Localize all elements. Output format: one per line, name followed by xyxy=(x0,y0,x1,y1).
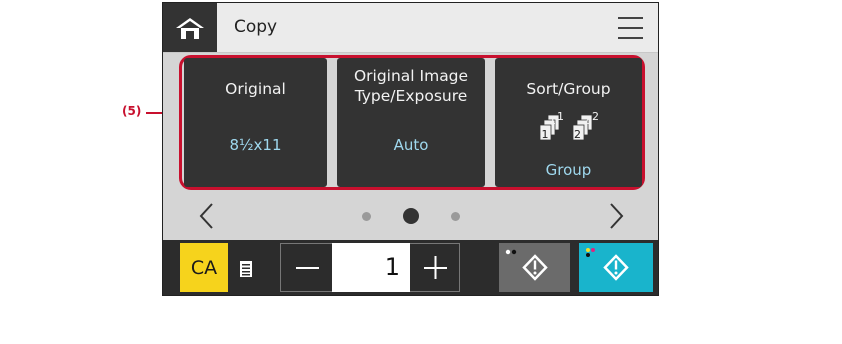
tile-image-type-value: Auto xyxy=(393,136,429,154)
device-screen: Copy Original 8½x11 Original Image Type/… xyxy=(162,2,659,296)
chevron-left-icon[interactable] xyxy=(197,201,217,231)
tile-sort-group[interactable]: Sort/Group 1 1 1 2 2 2 Group xyxy=(495,58,642,187)
page-title: Copy xyxy=(234,17,278,37)
tile-image-type-title-2: Type/Exposure xyxy=(354,87,468,105)
callout-label: (5) xyxy=(122,104,142,118)
tile-image-type-title-1: Original Image xyxy=(353,67,469,85)
tile-original[interactable]: Original 8½x11 xyxy=(184,58,327,187)
minus-icon[interactable] xyxy=(283,243,331,292)
tile-original-title: Original xyxy=(225,80,286,98)
svg-text:1: 1 xyxy=(542,128,549,141)
page-dot-3[interactable] xyxy=(451,212,460,221)
top-bar: Copy xyxy=(163,3,658,53)
tile-original-value: 8½x11 xyxy=(229,136,282,154)
svg-text:1: 1 xyxy=(557,111,564,123)
page-navigation xyxy=(163,193,658,240)
svg-text:2: 2 xyxy=(592,111,599,123)
clear-all-button[interactable]: CA xyxy=(180,243,228,292)
plus-icon[interactable] xyxy=(411,243,459,292)
job-status-icon[interactable] xyxy=(238,260,254,278)
home-icon xyxy=(176,17,204,39)
tile-image-type[interactable]: Original Image Type/Exposure Auto xyxy=(337,58,485,187)
start-bw-button[interactable] xyxy=(499,243,570,292)
home-button[interactable] xyxy=(163,3,217,52)
menu-icon[interactable] xyxy=(618,17,643,39)
page-dot-1[interactable] xyxy=(362,212,371,221)
chevron-right-icon[interactable] xyxy=(606,201,626,231)
svg-text:1: 1 xyxy=(549,114,556,127)
sort-group-icon: 1 1 1 2 2 2 xyxy=(539,111,599,141)
page-dot-2[interactable] xyxy=(403,208,419,224)
tile-sort-group-title: Sort/Group xyxy=(526,80,611,98)
tile-sort-group-value: Group xyxy=(545,161,592,179)
bottom-bar: CA 1 xyxy=(163,240,658,295)
start-color-button[interactable] xyxy=(579,243,653,292)
start-icon xyxy=(505,249,548,281)
start-icon xyxy=(586,248,629,281)
svg-text:2: 2 xyxy=(583,114,590,127)
copy-count-field[interactable]: 1 xyxy=(332,243,410,292)
svg-text:2: 2 xyxy=(574,128,581,141)
